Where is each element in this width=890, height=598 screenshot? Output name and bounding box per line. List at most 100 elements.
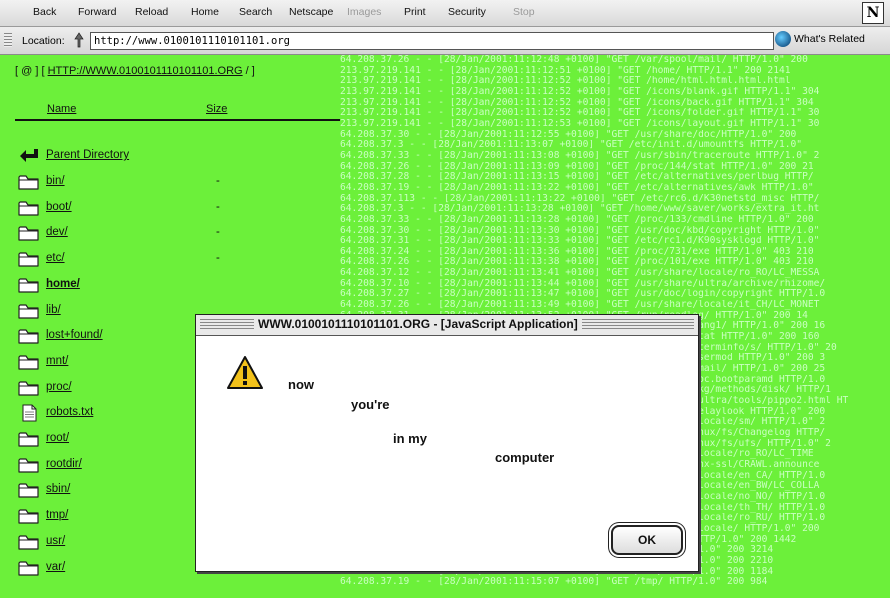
entry-name-link[interactable]: boot/ (46, 201, 72, 213)
netscape-button[interactable]: Netscape (289, 6, 333, 18)
entry-name-link[interactable]: mnt/ (46, 355, 68, 367)
log-line: 64.208.37.33 - - [28/Jan/2001:11:13:08 +… (340, 150, 820, 161)
entry-name-link[interactable]: var/ (46, 561, 65, 573)
entry-name-link[interactable]: usr/ (46, 535, 65, 547)
navigation-toolbar: Back Forward Reload Home Search Netscape… (0, 0, 890, 27)
folder-icon (18, 226, 39, 241)
folder-icon (18, 329, 39, 344)
directory-entry-row[interactable]: home/ (18, 274, 340, 296)
entry-size: - (216, 200, 220, 213)
folder-icon (18, 380, 39, 396)
log-line: 64.208.37.33 - - [28/Jan/2001:11:13:28 +… (340, 214, 814, 225)
log-line: 64.208.37.30 - - [28/Jan/2001:11:13:30 +… (340, 225, 820, 236)
entry-name-link[interactable]: bin/ (46, 175, 65, 187)
print-button[interactable]: Print (404, 6, 426, 18)
folder-icon (18, 560, 39, 576)
log-line: 64.208.37.26 - - [28/Jan/2001:11:13:38 +… (340, 257, 814, 268)
entry-size: - (216, 175, 220, 187)
column-header-name[interactable]: Name (47, 103, 76, 115)
log-line: 64.208.37.19 - - [28/Jan/2001:11:13:22 +… (340, 182, 814, 193)
back-button[interactable]: Back (33, 6, 56, 18)
folder-icon (18, 303, 39, 319)
folder-icon (18, 535, 39, 550)
search-button[interactable]: Search (239, 6, 272, 18)
stop-button[interactable]: Stop (513, 6, 535, 18)
directory-entry-row[interactable]: boot/ - (18, 197, 340, 219)
message-word-4: computer (495, 450, 555, 465)
images-button[interactable]: Images (347, 6, 381, 18)
entry-size: - (216, 252, 220, 265)
log-line: 64.208.37.113 - - [28/Jan/2001:11:13:22 … (340, 193, 820, 204)
security-button[interactable]: Security (448, 6, 486, 18)
entry-name-link[interactable]: sbin/ (46, 483, 70, 495)
folder-icon (18, 175, 39, 190)
whats-related-icon (775, 31, 791, 47)
parent-directory-link[interactable]: Parent Directory (46, 149, 129, 161)
log-line: 64.208.37.3 - - [28/Jan/2001:11:13:28 +0… (340, 204, 820, 215)
folder-icon (18, 201, 39, 216)
dialog-title-bar[interactable]: WWW.0100101110101101.ORG - [JavaScript A… (196, 315, 698, 336)
entry-name-link[interactable]: rootdir/ (46, 458, 82, 470)
log-line: 213.97.219.141 - - [28/Jan/2001:11:12:53… (340, 118, 820, 129)
folder-icon (18, 252, 39, 267)
breadcrumb-suffix: / ] (245, 65, 255, 77)
page-content: 64.208.37.26 - - [28/Jan/2001:11:12:48 +… (0, 55, 890, 598)
entry-name-link[interactable]: proc/ (46, 381, 72, 393)
breadcrumb-prefix: [ @ ] [ (15, 65, 45, 77)
folder-icon (18, 458, 39, 473)
directory-entry-row[interactable]: dev/ - (18, 222, 340, 244)
dialog-title: WWW.0100101110101101.ORG - [JavaScript A… (254, 317, 582, 331)
folder-icon (18, 509, 39, 524)
entry-name-link[interactable]: root/ (46, 432, 69, 444)
whats-related-button[interactable]: What's Related (775, 31, 865, 47)
ok-button[interactable]: OK (611, 525, 683, 555)
log-line: 213.97.219.141 - - [28/Jan/2001:11:12:52… (340, 97, 814, 108)
folder-icon (18, 278, 39, 293)
log-line: 64.208.37.27 - - [28/Jan/2001:11:13:47 +… (340, 289, 826, 300)
netscape-logo-icon: N (862, 2, 884, 24)
directory-entry-row[interactable]: bin/ - (18, 171, 340, 193)
log-line: 64.208.37.3 - - [28/Jan/2001:11:13:07 +0… (340, 140, 803, 151)
column-header-size[interactable]: Size (206, 103, 227, 115)
page-proxy-icon[interactable] (72, 32, 86, 48)
log-line: 64.208.37.30 - - [28/Jan/2001:11:12:55 +… (340, 129, 797, 140)
entry-name-link[interactable]: robots.txt (46, 406, 93, 418)
file-icon (22, 404, 37, 422)
log-line: 64.208.37.24 - - [28/Jan/2001:11:13:36 +… (340, 246, 814, 257)
entry-name-link[interactable]: tmp/ (46, 509, 68, 521)
header-divider (15, 119, 340, 121)
log-line: 64.208.37.28 - - [28/Jan/2001:11:13:15 +… (340, 172, 814, 183)
entry-name-link[interactable]: lost+found/ (46, 329, 103, 341)
back-arrow-icon (20, 149, 38, 162)
entry-name-link[interactable]: lib/ (46, 304, 61, 316)
javascript-alert-dialog: WWW.0100101110101101.ORG - [JavaScript A… (195, 314, 699, 572)
location-bar: Location: http://www.0100101110101101.or… (0, 27, 890, 55)
log-line: 64.208.37.26 - - [28/Jan/2001:11:12:48 +… (340, 55, 808, 65)
warning-icon (227, 356, 263, 389)
breadcrumb-link[interactable]: HTTP://WWW.0100101110101101.ORG (48, 65, 243, 77)
folder-icon (18, 355, 39, 370)
entry-size: - (216, 226, 220, 239)
log-line: 64.208.37.26 - - [28/Jan/2001:11:13:09 +… (340, 161, 814, 172)
message-word-2: you're (351, 397, 390, 412)
home-button[interactable]: Home (191, 6, 219, 18)
url-input[interactable]: http://www.0100101110101101.org (90, 32, 774, 50)
reload-button[interactable]: Reload (135, 6, 168, 18)
collapse-handle-icon[interactable] (4, 33, 12, 47)
forward-button[interactable]: Forward (78, 6, 117, 18)
entry-name-link[interactable]: home/ (46, 278, 80, 290)
log-line: 64.208.37.26 - - [28/Jan/2001:11:13:49 +… (340, 300, 820, 311)
log-line: 213.97.219.141 - - [28/Jan/2001:11:12:52… (340, 86, 820, 97)
breadcrumb: [ @ ] [ HTTP://WWW.0100101110101101.ORG … (15, 65, 255, 77)
directory-entry-row[interactable]: etc/ - (18, 248, 340, 270)
log-line: 213.97.219.141 - - [28/Jan/2001:11:12:52… (340, 76, 791, 87)
parent-directory-row[interactable]: Parent Directory (18, 145, 340, 167)
log-line: 213.97.219.141 - - [28/Jan/2001:11:12:52… (340, 108, 820, 119)
log-line: 64.208.37.19 - - [28/Jan/2001:11:15:07 +… (340, 577, 768, 588)
entry-name-link[interactable]: etc/ (46, 252, 65, 264)
entry-name-link[interactable]: dev/ (46, 226, 68, 238)
whats-related-label: What's Related (794, 32, 865, 45)
log-line: 213.97.219.141 - - [28/Jan/2001:11:12:51… (340, 65, 791, 76)
log-line: 64.208.37.31 - - [28/Jan/2001:11:13:33 +… (340, 236, 820, 247)
folder-icon (18, 432, 39, 447)
